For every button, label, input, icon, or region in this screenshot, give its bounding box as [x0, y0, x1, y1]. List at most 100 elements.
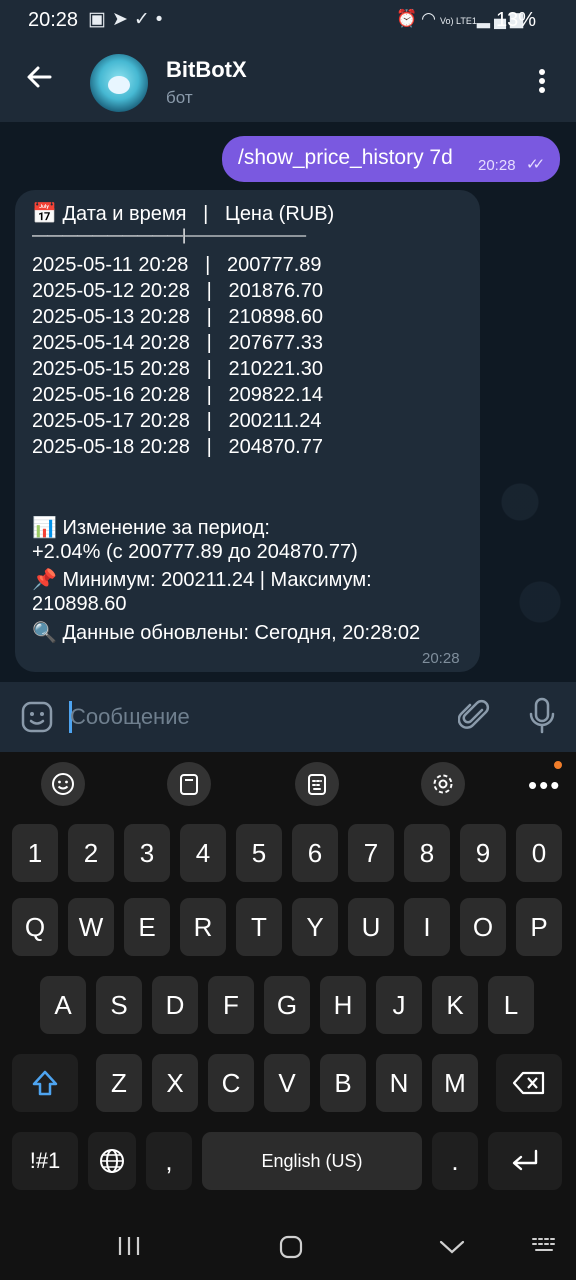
language-key[interactable]	[88, 1132, 136, 1190]
more-options-icon[interactable]	[532, 66, 552, 96]
gallery-icon: ▣	[88, 9, 112, 30]
key-l[interactable]: L	[488, 976, 534, 1034]
max-value: 210898.60	[32, 593, 127, 615]
more-icon[interactable]: •••	[528, 770, 561, 801]
table-header: 📅 Дата и время | Цена (RUB)	[32, 203, 335, 225]
key-o[interactable]: O	[460, 898, 506, 956]
message-input[interactable]: Сообщение	[70, 704, 190, 730]
back-arrow-icon[interactable]	[24, 62, 54, 92]
key-9[interactable]: 9	[460, 824, 506, 882]
volte-icon: Vo) LTE1	[440, 16, 477, 26]
sticker-emoji-icon[interactable]	[20, 700, 54, 734]
key-c[interactable]: C	[208, 1054, 254, 1112]
key-w[interactable]: W	[68, 898, 114, 956]
key-a[interactable]: A	[40, 976, 86, 1034]
key-d[interactable]: D	[152, 976, 198, 1034]
table-row: 2025-05-13 20:28 | 210898.60	[32, 306, 323, 328]
home-icon[interactable]	[278, 1234, 304, 1265]
key-s[interactable]: S	[96, 976, 142, 1034]
key-p[interactable]: P	[516, 898, 562, 956]
status-bar: 20:28 ▣➤✓• ⏰◠Vo) LTE1▂▄▆ 13%	[0, 0, 576, 42]
table-row: 2025-05-11 20:28 | 200777.89	[32, 254, 322, 276]
on-screen-keyboard: ••• 1 2 3 4 5 6 7 8 9 0 Q W E R T Y U I …	[0, 752, 576, 1280]
dot-icon: •	[155, 9, 169, 30]
key-r[interactable]: R	[180, 898, 226, 956]
space-key[interactable]: English (US)	[202, 1132, 422, 1190]
key-7[interactable]: 7	[348, 824, 394, 882]
key-k[interactable]: K	[432, 976, 478, 1034]
key-b[interactable]: B	[320, 1054, 366, 1112]
key-h[interactable]: H	[320, 976, 366, 1034]
key-0[interactable]: 0	[516, 824, 562, 882]
key-q[interactable]: Q	[12, 898, 58, 956]
avatar-face	[108, 76, 130, 94]
key-t[interactable]: T	[236, 898, 282, 956]
updated-line: 🔍 Данные обновлены: Сегодня, 20:28:02	[32, 622, 421, 644]
bot-avatar[interactable]	[90, 54, 148, 112]
symbols-key[interactable]: !#1	[12, 1132, 78, 1190]
battery-percent: 13%	[496, 9, 537, 31]
keyboard-toolbar: •••	[0, 752, 576, 812]
table-row: 2025-05-12 20:28 | 201876.70	[32, 280, 323, 302]
key-3[interactable]: 3	[124, 824, 170, 882]
key-8[interactable]: 8	[404, 824, 450, 882]
enter-icon	[512, 1149, 538, 1171]
table-row: 2025-05-15 20:28 | 210221.30	[32, 358, 323, 380]
shift-key[interactable]	[12, 1054, 78, 1112]
key-x[interactable]: X	[152, 1054, 198, 1112]
emoji-icon[interactable]	[41, 762, 85, 806]
key-5[interactable]: 5	[236, 824, 282, 882]
table-row: 2025-05-16 20:28 | 209822.14	[32, 384, 323, 406]
min-max-line: 📌 Минимум: 200211.24 | Максимум:	[32, 569, 372, 591]
period-key[interactable]: .	[432, 1132, 478, 1190]
change-title: 📊 Изменение за период:	[32, 517, 270, 539]
clipboard-icon[interactable]	[167, 762, 211, 806]
key-4[interactable]: 4	[180, 824, 226, 882]
outgoing-message-text: /show_price_history 7d	[238, 146, 453, 169]
key-e[interactable]: E	[124, 898, 170, 956]
back-chevron-icon[interactable]	[439, 1238, 465, 1261]
message-composer: Сообщение	[0, 682, 576, 752]
outgoing-message-time: 20:28	[478, 157, 516, 174]
chat-title[interactable]: BitBotX	[166, 57, 247, 83]
key-f[interactable]: F	[208, 976, 254, 1034]
key-u[interactable]: U	[348, 898, 394, 956]
read-ticks-icon: ✓✓	[526, 156, 545, 173]
key-i[interactable]: I	[404, 898, 450, 956]
wifi-icon: ◠	[421, 9, 441, 28]
status-notification-icons: ▣➤✓•	[88, 8, 168, 31]
table-separator: ——————————|————————	[32, 227, 306, 244]
comma-key[interactable]: ,	[146, 1132, 192, 1190]
chat-subtitle: бот	[166, 88, 193, 107]
shift-icon	[32, 1070, 58, 1096]
attach-icon[interactable]	[457, 698, 492, 734]
chat-header: BitBotX бот	[0, 42, 576, 122]
key-j[interactable]: J	[376, 976, 422, 1034]
key-m[interactable]: M	[432, 1054, 478, 1112]
key-y[interactable]: Y	[292, 898, 338, 956]
backspace-icon	[512, 1071, 545, 1095]
globe-icon	[100, 1149, 124, 1173]
key-v[interactable]: V	[264, 1054, 310, 1112]
check-circle-icon: ✓	[133, 9, 156, 30]
keyboard-hide-icon[interactable]	[530, 1236, 558, 1261]
key-z[interactable]: Z	[96, 1054, 142, 1112]
key-1[interactable]: 1	[12, 824, 58, 882]
incoming-message-time: 20:28	[422, 650, 460, 667]
table-row: 2025-05-18 20:28 | 204870.77	[32, 436, 323, 458]
table-row: 2025-05-17 20:28 | 200211.24	[32, 410, 322, 432]
key-2[interactable]: 2	[68, 824, 114, 882]
key-6[interactable]: 6	[292, 824, 338, 882]
key-g[interactable]: G	[264, 976, 310, 1034]
change-value: +2.04% (с 200777.89 до 204870.77)	[32, 541, 358, 563]
enter-key[interactable]	[488, 1132, 562, 1190]
settings-gear-icon[interactable]	[421, 762, 465, 806]
backspace-key[interactable]	[496, 1054, 562, 1112]
key-n[interactable]: N	[376, 1054, 422, 1112]
status-time: 20:28	[28, 9, 79, 31]
notification-dot	[554, 761, 562, 769]
keyboard-layout-icon[interactable]	[295, 762, 339, 806]
system-navigation-bar	[0, 1212, 576, 1280]
microphone-icon[interactable]	[526, 696, 558, 736]
recent-apps-icon[interactable]	[116, 1234, 142, 1263]
